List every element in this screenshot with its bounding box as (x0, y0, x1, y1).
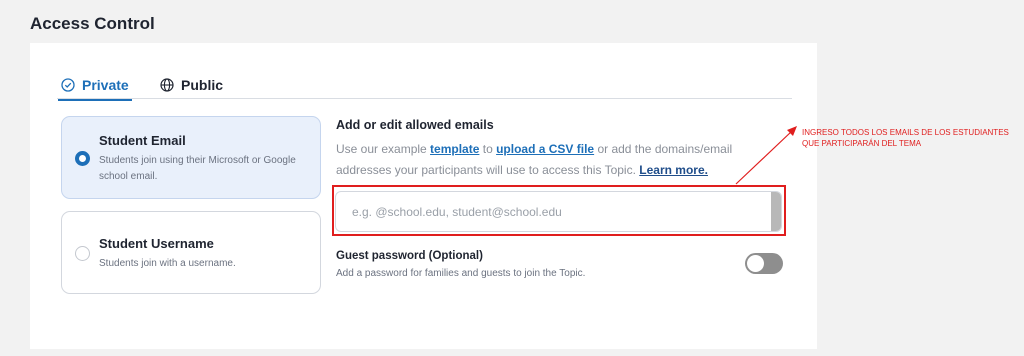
page-title: Access Control (30, 14, 155, 33)
student-username-description: Students join with a username. (99, 258, 236, 269)
student-email-radio[interactable] (75, 151, 90, 166)
template-link[interactable]: template (430, 142, 479, 156)
student-username-title: Student Username (99, 236, 214, 251)
tab-bar: Private Public (57, 72, 792, 101)
shield-check-icon (61, 78, 75, 92)
tab-private-label: Private (82, 77, 129, 93)
guest-password-toggle[interactable] (745, 253, 783, 274)
annotation-highlight-box (332, 185, 786, 236)
allowed-emails-heading: Add or edit allowed emails (336, 118, 494, 132)
toggle-knob (747, 255, 764, 272)
guest-password-description: Add a password for families and guests t… (336, 268, 586, 279)
student-username-radio[interactable] (75, 246, 90, 261)
student-email-title: Student Email (99, 133, 186, 148)
desc-text-1: Use our example (336, 142, 431, 156)
student-email-description: Students join using their Microsoft or G… (99, 155, 296, 182)
tab-private[interactable]: Private (58, 74, 132, 101)
upload-csv-link[interactable]: upload a CSV file (496, 142, 594, 156)
option-student-email[interactable]: Student Email Students join using their … (61, 116, 321, 199)
tab-public[interactable]: Public (160, 74, 223, 96)
learn-more-link[interactable]: Learn more. (639, 163, 708, 177)
tab-public-label: Public (181, 77, 224, 93)
annotation-note: INGRESO TODOS LOS EMAILS DE LOS ESTUDIAN… (802, 128, 1009, 148)
allowed-emails-description: Use our example template to upload a CSV… (336, 139, 776, 181)
option-student-username[interactable]: Student Username Students join with a us… (61, 211, 321, 294)
guest-password-title: Guest password (Optional) (336, 250, 483, 262)
desc-text-2: to (479, 142, 497, 156)
globe-icon (160, 78, 174, 92)
